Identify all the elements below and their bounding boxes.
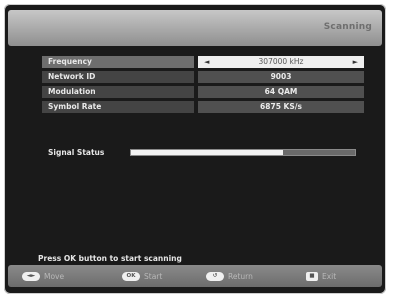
frequency-row[interactable]: Frequency ◄ 307000 kHz ► — [42, 56, 364, 68]
signal-status: Signal Status — [42, 147, 364, 159]
network-id-row[interactable]: Network ID 9003 — [42, 71, 364, 83]
hint-text: Press OK button to start scanning — [38, 254, 182, 263]
header-bar: Scanning — [8, 10, 382, 46]
scan-screen: Scanning Frequency ◄ 307000 kHz ► Networ… — [4, 4, 386, 294]
left-right-arrows-icon: ◄► — [22, 271, 40, 281]
page-title: Scanning — [323, 22, 372, 32]
signal-status-label: Signal Status — [48, 148, 105, 157]
network-id-value[interactable]: 9003 — [198, 71, 364, 83]
frequency-value-text: 307000 kHz — [258, 57, 304, 66]
ok-key-icon: OK — [122, 271, 140, 281]
return-key[interactable]: ↺ Return — [206, 270, 253, 282]
modulation-label: Modulation — [42, 86, 194, 98]
frequency-value[interactable]: ◄ 307000 kHz ► — [198, 56, 364, 68]
start-key[interactable]: OK Start — [122, 270, 162, 282]
network-id-label: Network ID — [42, 71, 194, 83]
return-label: Return — [228, 271, 253, 281]
exit-key-icon: ■ — [306, 271, 318, 281]
return-key-icon: ↺ — [206, 271, 224, 281]
modulation-value[interactable]: 64 QAM — [198, 86, 364, 98]
move-key[interactable]: ◄► Move — [22, 270, 64, 282]
move-label: Move — [44, 271, 65, 281]
arrow-left-icon[interactable]: ◄ — [204, 56, 209, 68]
settings-list: Frequency ◄ 307000 kHz ► Network ID 9003… — [42, 56, 364, 116]
exit-key[interactable]: ■ Exit — [306, 270, 336, 282]
modulation-row[interactable]: Modulation 64 QAM — [42, 86, 364, 98]
frequency-label: Frequency — [42, 56, 194, 68]
arrow-right-icon[interactable]: ► — [353, 56, 358, 68]
footer-bar: ◄► Move OK Start ↺ Return ■ Exit — [8, 265, 382, 287]
symbol-rate-label: Symbol Rate — [42, 101, 194, 113]
exit-label: Exit — [322, 271, 337, 281]
signal-strength-fill — [131, 150, 284, 155]
start-label: Start — [144, 271, 163, 281]
signal-strength-bar — [130, 149, 356, 156]
symbol-rate-row[interactable]: Symbol Rate 6875 KS/s — [42, 101, 364, 113]
symbol-rate-value[interactable]: 6875 KS/s — [198, 101, 364, 113]
